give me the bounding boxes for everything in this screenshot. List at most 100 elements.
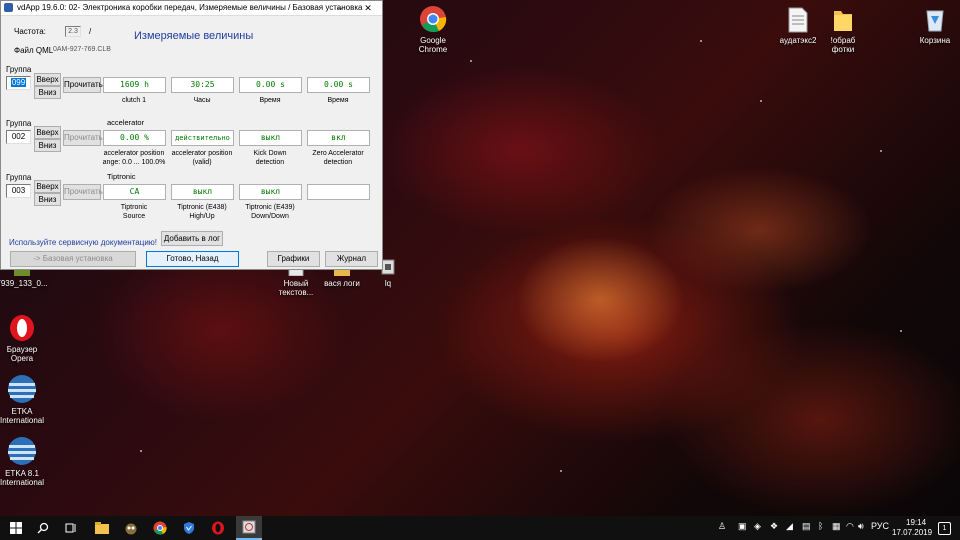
folder-icon [834,11,852,31]
measured-value: 0.00 s [239,77,302,93]
service-documentation-hint: Используйте сервисную документацию! [9,238,158,247]
qml-file-value: 0AM-927-769.CLB [53,46,111,53]
window-client: Частота: 2.3 / Файл QML 0AM-927-769.CLB … [1,16,382,269]
gimp-icon [125,523,137,535]
vdapp-window: vdApp 19.6.0: 02- Электроника коробки пе… [0,0,383,270]
group-down-button[interactable]: Вниз [34,193,61,206]
chrome-icon [420,6,447,33]
value-caption: Tiptronic (E438) High/Up [177,204,227,220]
tray-app-icon[interactable]: ▣ [738,521,747,532]
volume-icon[interactable]: 🔊︎ [858,521,864,532]
taskbar: ♙ ▣ ◈ ❖ ◢ ▤ ᛒ ▦ ◠ 🔊︎ РУС 19:14 17.07.201… [0,516,960,540]
measured-value: 1609 h [103,77,166,93]
add-to-log-button[interactable]: Добавить в лог [161,231,223,246]
bluetooth-icon[interactable]: ᛒ [818,521,823,531]
group-number-input[interactable]: 099 [6,76,31,90]
taskbar-opera[interactable] [205,516,231,540]
taskbar-vpn[interactable] [176,516,202,540]
group-up-button[interactable]: Вверх [34,73,61,86]
desktop-icon-etka[interactable]: ETKA International [0,374,54,425]
tray-app-icon[interactable]: ▦ [832,521,841,532]
taskbar-file-explorer[interactable] [89,516,115,540]
graphs-button[interactable]: Графики [267,251,320,267]
file-explorer-icon [95,522,109,534]
value-caption: Время [259,97,281,104]
measured-value [307,184,370,200]
task-view-icon [65,523,76,533]
opera-icon [10,315,34,341]
desktop-icon-chrome[interactable]: Google Chrome [401,5,465,54]
measured-value: CA [103,184,166,200]
desktop-icon-label: Корзина [919,36,951,45]
etka-icon [8,437,36,465]
group-number-input[interactable]: 003 [6,184,31,198]
measured-value: 0.00 % [103,130,166,146]
desktop-icon-recycle-bin[interactable]: Корзина [903,5,960,45]
etka-icon [8,375,36,403]
search-icon [37,522,49,534]
network-icon[interactable]: ◠ [846,521,854,532]
measured-value: действительно [171,130,234,146]
group-label: Группа [6,65,32,74]
start-icon [10,522,22,534]
desktop-icon-photos-folder[interactable]: !обраб фотки [811,7,875,54]
language-indicator[interactable]: РУС [871,521,889,531]
basic-settings-button[interactable]: -> Базовая установка [10,251,136,267]
group-up-button[interactable]: Вверх [34,180,61,193]
minimize-button[interactable]: – [326,1,354,15]
group-title: accelerator [107,118,145,127]
value-caption: accelerator position ange: 0.0 ... 100.0… [102,150,166,166]
clock[interactable]: 19:14 17.07.2019 [892,518,932,538]
measured-value: выкл [239,130,302,146]
desktop-icon-label: lq [384,279,392,288]
desktop-icon-label: Браузер Opera [6,345,38,363]
group-label: Группа [6,173,32,182]
desktop-icon-label: ETKA 8.1 International [0,469,45,487]
value-caption: Kick Down detection [253,150,287,166]
dropbox-icon[interactable]: ❖ [770,521,778,532]
value-caption: Время [327,97,349,104]
taskbar-vdapp[interactable] [236,516,262,540]
vpn-icon [184,522,194,534]
people-icon[interactable]: ♙ [718,521,726,532]
task-view-button[interactable] [58,516,84,540]
tray-app-icon[interactable]: ◢ [786,521,793,532]
value-caption: Tiptronic Source [120,204,148,220]
group-down-button[interactable]: Вниз [34,86,61,99]
desktop-icon-etka-81[interactable]: ETKA 8.1 International [0,436,54,487]
value-caption: accelerator position (valid) [171,150,233,166]
start-button[interactable] [3,516,29,540]
desktop-wallpaper: Google Chrome аудатэкс2 !обраб фотки Кор… [0,0,960,516]
done-back-button[interactable]: Готово, Назад [146,251,239,267]
chrome-icon [153,521,167,535]
group-read-button[interactable]: Прочитать [63,77,103,93]
group-number-input[interactable]: 002 [6,130,31,144]
window-title: vdApp 19.6.0: 02- Электроника коробки пе… [17,3,363,12]
window-titlebar[interactable]: vdApp 19.6.0: 02- Электроника коробки пе… [1,1,382,16]
measured-value: выкл [171,184,234,200]
group-read-button[interactable]: Прочитать [63,130,103,146]
search-button[interactable] [30,516,56,540]
clock-time: 19:14 [906,518,927,527]
journal-button[interactable]: Журнал [325,251,378,267]
close-button[interactable]: ✕ [354,1,382,15]
value-caption: Zero Accelerator detection [312,150,364,166]
group-title: Tiptronic [107,172,136,181]
notifications-button[interactable]: 1 [938,522,951,535]
group-read-button[interactable]: Прочитать [63,184,103,200]
desktop-icon-opera[interactable]: Браузер Opera [0,314,54,363]
qml-file-label: Файл QML [14,46,54,55]
tray-app-icon[interactable]: ▤ [802,521,811,532]
taskbar-chrome[interactable] [147,516,173,540]
measured-value: 30:25 [171,77,234,93]
frequency-value: 2.3 [65,26,81,37]
frequency-separator: / [89,27,92,36]
group-up-button[interactable]: Вверх [34,126,61,139]
measured-value: 0.00 s [307,77,370,93]
tray-app-icon[interactable]: ◈ [754,521,761,532]
group-down-button[interactable]: Вниз [34,139,61,152]
opera-icon [212,521,224,535]
desktop-icon-label: !обраб фотки [830,36,856,54]
taskbar-gimp[interactable] [118,516,144,540]
group-label: Группа [6,119,32,128]
